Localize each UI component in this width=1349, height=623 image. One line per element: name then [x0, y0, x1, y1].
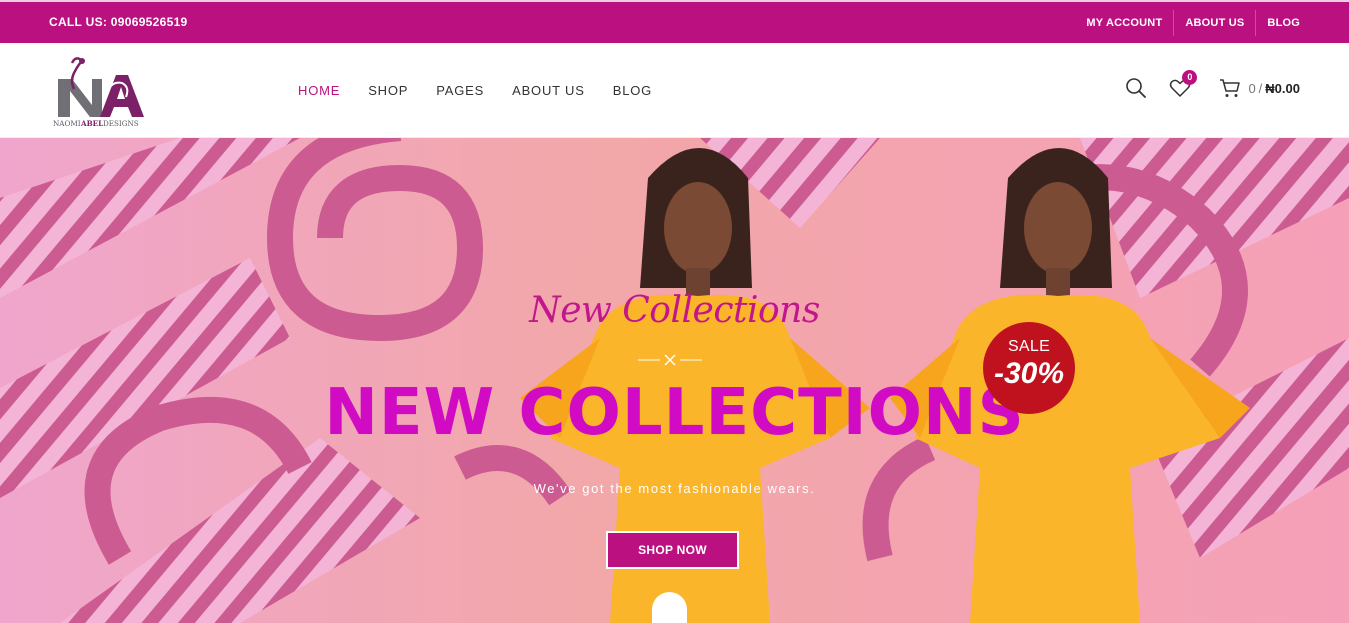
logo-text-designs: DESIGNS	[103, 119, 139, 128]
hero-divider	[638, 354, 702, 366]
sale-percentage: -30%	[993, 357, 1065, 390]
hero-tagline: We've got the most fashionable wears.	[533, 481, 816, 496]
nav-blog[interactable]: BLOG	[613, 83, 652, 98]
site-logo[interactable]: NAOMI ABEL DESIGNS	[52, 51, 146, 129]
blog-top-link[interactable]: BLOG	[1255, 9, 1300, 36]
cart-count: 0	[1248, 80, 1256, 96]
cart-total: ₦0.00	[1265, 80, 1300, 96]
shop-now-button[interactable]: SHOP NOW	[606, 531, 739, 569]
wishlist-count-badge: 0	[1182, 70, 1198, 85]
nav-about-us[interactable]: ABOUT US	[512, 83, 585, 98]
wishlist-button[interactable]: 0	[1168, 70, 1198, 100]
top-bar: CALL US: 09069526519 MY ACCOUNT ABOUT US…	[0, 0, 1349, 43]
top-links: MY ACCOUNT ABOUT US BLOG	[1075, 2, 1300, 43]
nav-home[interactable]: HOME	[298, 83, 340, 98]
my-account-link[interactable]: MY ACCOUNT	[1075, 10, 1173, 36]
sale-label: SALE	[1007, 338, 1051, 355]
sale-badge: SALE -30%	[983, 322, 1075, 414]
hero-heading: NEW COLLECTIONS	[324, 376, 1025, 450]
search-icon	[1126, 78, 1147, 98]
hero-slider: New Collections NEW COLLECTIONS We've go…	[0, 138, 1349, 623]
about-us-top-link[interactable]: ABOUT US	[1173, 9, 1255, 36]
site-header: NAOMI ABEL DESIGNS HOME SHOP PAGES ABOUT…	[0, 43, 1349, 138]
header-tools: 0 0 / ₦0.00	[1124, 70, 1300, 100]
cart-separator: /	[1258, 80, 1263, 96]
slider-scroll-handle[interactable]	[652, 592, 687, 623]
logo-monogram: NAOMI ABEL DESIGNS	[53, 57, 144, 128]
nav-pages[interactable]: PAGES	[436, 83, 484, 98]
call-us-text: CALL US: 09069526519	[49, 15, 188, 29]
logo-text-abel: ABEL	[80, 119, 103, 128]
main-nav: HOME SHOP PAGES ABOUT US BLOG	[298, 83, 680, 98]
logo-text-naomi: NAOMI	[53, 119, 81, 128]
search-button[interactable]	[1124, 76, 1148, 100]
cart-button[interactable]: 0 / ₦0.00	[1218, 76, 1300, 100]
cart-icon	[1220, 79, 1241, 97]
hero-subheading: New Collections	[529, 290, 820, 331]
nav-shop[interactable]: SHOP	[368, 83, 408, 98]
